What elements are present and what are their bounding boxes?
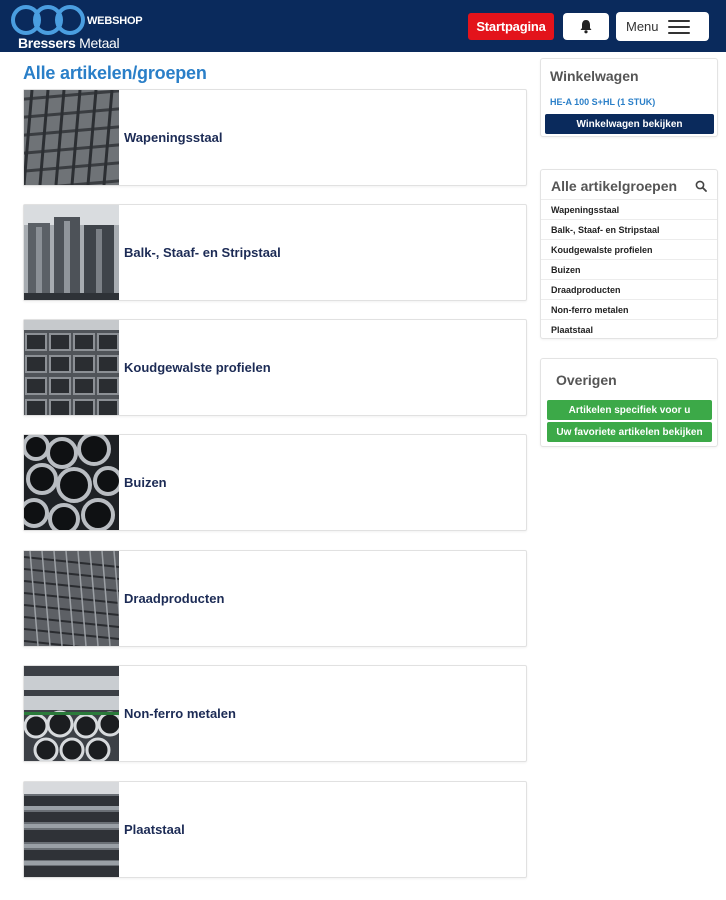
article-groups-list: Wapeningsstaal Balk-, Staaf- en Stripsta… <box>541 199 717 339</box>
group-link[interactable]: Wapeningsstaal <box>541 199 717 219</box>
group-link[interactable]: Plaatstaal <box>541 319 717 339</box>
category-image-wire-mesh[interactable] <box>24 551 119 646</box>
top-header: WEBSHOP Bressers Metaal Startpagina Menu <box>0 0 726 52</box>
category-card-balk-staaf-stripstaal[interactable]: Balk-, Staaf- en Stripstaal <box>23 204 527 301</box>
logo-company-name: Bressers Metaal <box>18 35 120 51</box>
startpagina-button[interactable]: Startpagina <box>468 13 554 40</box>
category-image-rebar-mesh[interactable] <box>24 90 119 185</box>
view-cart-button[interactable]: Winkelwagen bekijken <box>545 114 714 134</box>
cart-panel: Winkelwagen HE-A 100 S+HL (1 STUK) Winke… <box>540 58 718 137</box>
menu-button[interactable]: Menu <box>616 12 709 41</box>
group-link[interactable]: Koudgewalste profielen <box>541 239 717 259</box>
category-card-wapeningsstaal[interactable]: Wapeningsstaal <box>23 89 527 186</box>
logo-rings-icon <box>11 5 85 35</box>
article-groups-panel: Alle artikelgroepen Wapeningsstaal Balk-… <box>540 169 718 339</box>
other-title: Overigen <box>556 372 617 388</box>
category-card-draadproducten[interactable]: Draadproducten <box>23 550 527 647</box>
specific-articles-button[interactable]: Artikelen specifiek voor u <box>547 400 712 420</box>
group-link[interactable]: Draadproducten <box>541 279 717 299</box>
group-link[interactable]: Buizen <box>541 259 717 279</box>
logo-webshop-text: WEBSHOP <box>87 15 143 27</box>
category-card-koudgewalste-profielen[interactable]: Koudgewalste profielen <box>23 319 527 416</box>
category-label[interactable]: Koudgewalste profielen <box>124 320 271 415</box>
bressers-logo[interactable]: WEBSHOP Bressers Metaal <box>10 4 150 51</box>
category-image-steel-plates[interactable] <box>24 782 119 877</box>
hamburger-icon <box>668 20 690 34</box>
notifications-button[interactable] <box>563 13 609 40</box>
other-panel: Overigen Artikelen specifiek voor u Uw f… <box>540 358 718 447</box>
article-groups-title: Alle artikelgroepen <box>551 178 678 194</box>
search-icon[interactable] <box>695 180 707 192</box>
logo-name-rest: Metaal <box>75 35 120 51</box>
category-image-rectangular-tubes[interactable] <box>24 320 119 415</box>
category-card-non-ferro-metalen[interactable]: Non-ferro metalen <box>23 665 527 762</box>
group-link[interactable]: Balk-, Staaf- en Stripstaal <box>541 219 717 239</box>
category-label[interactable]: Buizen <box>124 435 167 530</box>
page-title: Alle artikelen/groepen <box>23 63 207 83</box>
group-link[interactable]: Non-ferro metalen <box>541 299 717 319</box>
category-image-aluminium-pipes[interactable] <box>24 666 119 761</box>
bell-icon <box>580 20 592 34</box>
category-label[interactable]: Draadproducten <box>124 551 224 646</box>
cart-title: Winkelwagen <box>550 68 639 84</box>
menu-label: Menu <box>626 19 659 34</box>
category-image-round-pipes[interactable] <box>24 435 119 530</box>
favorite-articles-button[interactable]: Uw favoriete artikelen bekijken <box>547 422 712 442</box>
category-label[interactable]: Wapeningsstaal <box>124 90 222 185</box>
category-card-buizen[interactable]: Buizen <box>23 434 527 531</box>
category-image-steel-beams[interactable] <box>24 205 119 300</box>
logo-name-bold: Bressers <box>18 35 76 51</box>
cart-item-link[interactable]: HE-A 100 S+HL (1 STUK) <box>550 97 655 107</box>
category-label[interactable]: Plaatstaal <box>124 782 185 877</box>
category-card-plaatstaal[interactable]: Plaatstaal <box>23 781 527 878</box>
category-label[interactable]: Non-ferro metalen <box>124 666 236 761</box>
category-label[interactable]: Balk-, Staaf- en Stripstaal <box>124 205 281 300</box>
